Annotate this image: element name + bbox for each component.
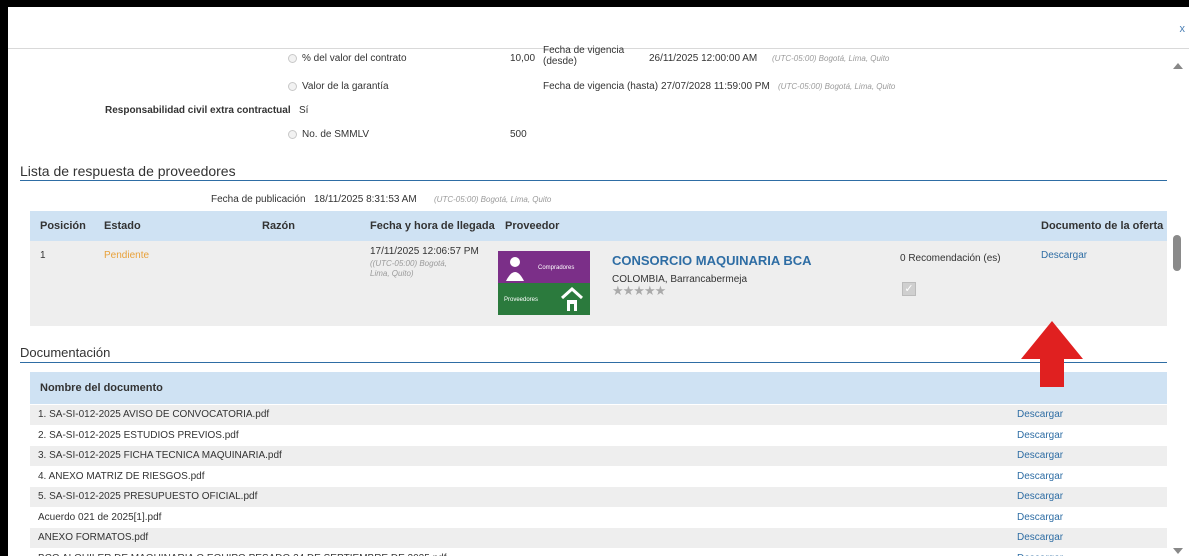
pct-value: 10,00: [510, 53, 536, 64]
document-download-link[interactable]: Descargar: [1017, 553, 1063, 556]
logo-bottom-panel: Proveedores: [498, 283, 590, 315]
col-position: Posición: [40, 220, 86, 232]
supplier-link[interactable]: CONSORCIO MAQUINARIA BCA: [612, 253, 812, 268]
red-arrow-annotation: [1021, 321, 1083, 387]
documentation-title: Documentación: [20, 345, 111, 360]
row-arrival: 17/11/2025 12:06:57 PM: [370, 246, 479, 257]
offer-download-link[interactable]: Descargar: [1041, 250, 1087, 261]
scroll-thumb[interactable]: [1173, 235, 1181, 271]
pct-radio[interactable]: [288, 54, 297, 63]
pct-label: % del valor del contrato: [302, 53, 407, 64]
documentation-rule: [20, 362, 1173, 363]
responses-table-header: Posición Estado Razón Fecha y hora de ll…: [30, 211, 1173, 241]
document-name: Acuerdo 021 de 2025[1].pdf: [38, 511, 162, 523]
col-arrival: Fecha y hora de llegada: [370, 220, 495, 232]
date-from-tz: (UTC-05:00) Bogotá, Lima, Quito: [772, 54, 890, 63]
document-download-link[interactable]: Descargar: [1017, 450, 1063, 461]
document-download-link[interactable]: Descargar: [1017, 512, 1063, 523]
document-download-link[interactable]: Descargar: [1017, 409, 1063, 420]
extra-label: Responsabilidad civil extra contractual: [105, 105, 291, 116]
date-from-label: Fecha de vigencia (desde): [543, 45, 625, 67]
date-from-value: 26/11/2025 12:00:00 AM: [649, 53, 758, 64]
value-radio[interactable]: [288, 82, 297, 91]
document-name: 1. SA-SI-012-2025 AVISO DE CONVOCATORIA.…: [38, 409, 270, 420]
document-row: 1. SA-SI-012-2025 AVISO DE CONVOCATORIA.…: [30, 405, 1173, 425]
row-arrival-tz: ((UTC-05:00) Bogotá, Lima, Quito): [370, 259, 447, 278]
modal-window: x % del valor del contrato 10,00 Fecha d…: [8, 7, 1189, 556]
buyer-icon: [506, 257, 524, 281]
smmlv-value: 500: [510, 129, 527, 140]
smmlv-radio[interactable]: [288, 130, 297, 139]
rating-stars: ★★★★★: [612, 283, 666, 298]
document-name: 5. SA-SI-012-2025 PRESUPUESTO OFICIAL.pd…: [38, 491, 258, 502]
document-name: 4. ANEXO MATRIZ DE RIESGOS.pdf: [38, 470, 205, 482]
document-row: 3. SA-SI-012-2025 FICHA TECNICA MAQUINAR…: [30, 446, 1173, 466]
recommendations: 0 Recomendación (es): [900, 253, 1001, 264]
document-name: ANEXO FORMATOS.pdf: [38, 532, 149, 543]
responses-rule: [20, 180, 1173, 181]
secop-logo: Compradores Proveedores: [498, 251, 590, 315]
row-position: 1: [40, 250, 46, 261]
document-name: 2. SA-SI-012-2025 ESTUDIOS PREVIOS.pdf: [38, 429, 239, 441]
pub-value: 18/11/2025 8:31:53 AM: [314, 194, 417, 205]
document-row: 5. SA-SI-012-2025 PRESUPUESTO OFICIAL.pd…: [30, 487, 1173, 507]
response-row: 1 Pendiente 17/11/2025 12:06:57 PM ((UTC…: [30, 241, 1173, 326]
document-download-link[interactable]: Descargar: [1017, 491, 1063, 502]
pub-label: Fecha de publicación: [211, 194, 306, 205]
scroll-down-arrow-icon[interactable]: [1173, 548, 1183, 554]
date-to-label: Fecha de vigencia (hasta): [543, 81, 659, 92]
date-to-tz: (UTC-05:00) Bogotá, Lima, Quito: [778, 82, 896, 91]
col-supplier: Proveedor: [505, 220, 560, 232]
modal-header: x: [8, 7, 1189, 49]
col-reason: Razón: [262, 220, 295, 232]
pub-tz: (UTC-05:00) Bogotá, Lima, Quito: [434, 195, 552, 204]
logo-top-panel: Compradores: [498, 251, 590, 283]
row-status: Pendiente: [104, 250, 150, 261]
document-name: BCO ALQUILER DE MAQUINARIA O EQUIPO PESA…: [38, 553, 446, 556]
extra-value: Sí: [299, 105, 309, 116]
col-document: Documento de la oferta: [1041, 220, 1164, 232]
documents-table-header: Nombre del documento: [30, 372, 1173, 404]
modal-content: % del valor del contrato 10,00 Fecha de …: [8, 45, 1173, 556]
document-row: 4. ANEXO MATRIZ DE RIESGOS.pdf Descargar: [30, 467, 1173, 487]
smmlv-label: No. de SMMLV: [302, 129, 370, 140]
document-download-link[interactable]: Descargar: [1017, 471, 1063, 482]
document-row: 2. SA-SI-012-2025 ESTUDIOS PREVIOS.pdf De…: [30, 426, 1173, 446]
close-button[interactable]: x: [1180, 23, 1186, 35]
document-row: BCO ALQUILER DE MAQUINARIA O EQUIPO PESA…: [30, 549, 1173, 556]
logo-top-text: Compradores: [538, 265, 575, 271]
recommend-checkbox[interactable]: ✓: [902, 282, 916, 296]
document-row: Acuerdo 021 de 2025[1].pdf Descargar: [30, 508, 1173, 528]
date-to-value: 27/07/2028 11:59:00 PM: [661, 81, 770, 92]
value-label: Valor de la garantía: [302, 81, 389, 92]
document-download-link[interactable]: Descargar: [1017, 532, 1063, 543]
document-name: 3. SA-SI-012-2025 FICHA TECNICA MAQUINAR…: [38, 450, 282, 461]
logo-bottom-text: Proveedores: [504, 297, 539, 303]
document-row: ANEXO FORMATOS.pdf Descargar: [30, 528, 1173, 548]
col-status: Estado: [104, 220, 141, 232]
responses-title: Lista de respuesta de proveedores: [20, 163, 236, 179]
vertical-scrollbar[interactable]: [1167, 49, 1189, 556]
document-download-link[interactable]: Descargar: [1017, 430, 1063, 441]
col-document-name: Nombre del documento: [40, 382, 163, 394]
scroll-up-arrow-icon[interactable]: [1173, 63, 1183, 69]
supplier-house-icon: [560, 286, 584, 311]
